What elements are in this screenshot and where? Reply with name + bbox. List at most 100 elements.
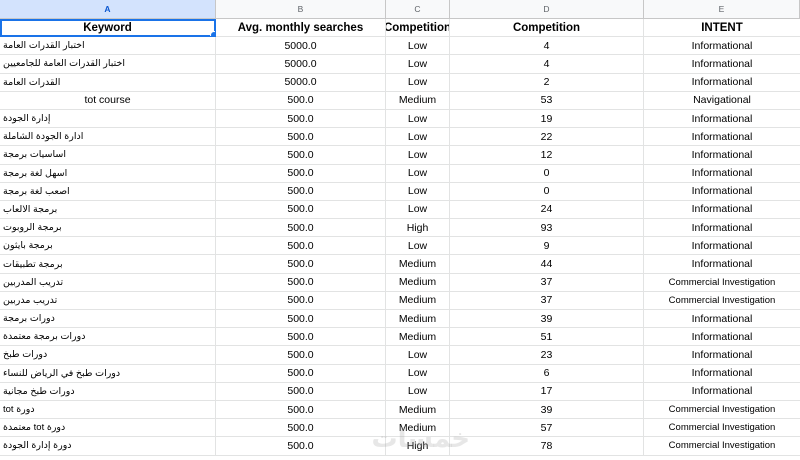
- competition-index-cell[interactable]: 17: [450, 382, 644, 401]
- searches-cell[interactable]: 500.0: [216, 219, 386, 238]
- keyword-cell[interactable]: اختبار القدرات العامة: [0, 37, 216, 56]
- keyword-cell[interactable]: دورة tot معتمدة: [0, 419, 216, 438]
- column-letter-b[interactable]: B: [216, 0, 386, 19]
- header-searches-cell[interactable]: Avg. monthly searches: [216, 19, 386, 38]
- keyword-cell[interactable]: برمجة الالعاب: [0, 200, 216, 220]
- intent-cell[interactable]: Informational: [644, 255, 800, 274]
- searches-cell[interactable]: 500.0: [216, 310, 386, 329]
- keyword-cell[interactable]: اصعب لغة برمجة: [0, 182, 216, 201]
- keyword-cell[interactable]: إدارة الجودة: [0, 109, 216, 129]
- searches-cell[interactable]: 500.0: [216, 400, 386, 420]
- competition-index-cell[interactable]: 4: [450, 37, 644, 56]
- searches-cell[interactable]: 500.0: [216, 273, 386, 292]
- keyword-cell[interactable]: اساسيات برمجة: [0, 146, 216, 165]
- competition-cell[interactable]: Low: [386, 182, 450, 201]
- searches-cell[interactable]: 5000.0: [216, 37, 386, 56]
- searches-cell[interactable]: 500.0: [216, 146, 386, 165]
- competition-index-cell[interactable]: 0: [450, 182, 644, 201]
- keyword-cell[interactable]: دورات برمجة: [0, 310, 216, 329]
- searches-cell[interactable]: 5000.0: [216, 73, 386, 92]
- competition-index-cell[interactable]: 0: [450, 164, 644, 183]
- searches-cell[interactable]: 500.0: [216, 91, 386, 110]
- searches-cell[interactable]: 500.0: [216, 346, 386, 365]
- competition-index-cell[interactable]: 9: [450, 237, 644, 256]
- competition-cell[interactable]: Low: [386, 346, 450, 365]
- intent-cell[interactable]: Informational: [644, 110, 800, 129]
- competition-index-cell[interactable]: 12: [450, 146, 644, 165]
- keyword-cell[interactable]: دورات برمجة معتمدة: [0, 328, 216, 347]
- competition-cell[interactable]: Medium: [386, 328, 450, 347]
- competition-cell[interactable]: Low: [386, 164, 450, 183]
- intent-cell[interactable]: Commercial Investigation: [644, 292, 800, 310]
- competition-index-cell[interactable]: 24: [450, 200, 644, 220]
- competition-cell[interactable]: Medium: [386, 400, 450, 420]
- competition-cell[interactable]: Low: [386, 55, 450, 74]
- selection-fill-handle[interactable]: [210, 31, 215, 37]
- competition-index-cell[interactable]: 19: [450, 109, 644, 129]
- keyword-cell[interactable]: دورة tot: [0, 400, 216, 420]
- intent-cell[interactable]: Informational: [644, 74, 800, 92]
- competition-index-cell[interactable]: 23: [450, 346, 644, 365]
- competition-cell[interactable]: Low: [386, 109, 450, 129]
- competition-cell[interactable]: Medium: [386, 273, 450, 292]
- header-competition-cell[interactable]: Competition: [386, 19, 450, 38]
- header-intent-cell[interactable]: INTENT: [644, 19, 800, 38]
- header-keyword-cell[interactable]: Keyword: [0, 19, 216, 38]
- column-letter-a[interactable]: A: [0, 0, 216, 19]
- intent-cell[interactable]: Informational: [644, 310, 800, 329]
- competition-index-cell[interactable]: 2: [450, 73, 644, 92]
- competition-cell[interactable]: Medium: [386, 310, 450, 329]
- searches-cell[interactable]: 500.0: [216, 109, 386, 129]
- keyword-cell[interactable]: تدريب مدربين: [0, 291, 216, 310]
- competition-index-cell[interactable]: 39: [450, 310, 644, 329]
- competition-index-cell[interactable]: 93: [450, 219, 644, 238]
- searches-cell[interactable]: 500.0: [216, 437, 386, 456]
- searches-cell[interactable]: 500.0: [216, 255, 386, 274]
- intent-cell[interactable]: Informational: [644, 219, 800, 238]
- intent-cell[interactable]: Informational: [644, 146, 800, 165]
- competition-index-cell[interactable]: 22: [450, 128, 644, 147]
- intent-cell[interactable]: Informational: [644, 365, 800, 383]
- keyword-cell[interactable]: اختبار القدرات العامة للجامعيين: [0, 55, 216, 74]
- searches-cell[interactable]: 500.0: [216, 200, 386, 220]
- competition-index-cell[interactable]: 37: [450, 291, 644, 310]
- keyword-cell[interactable]: tot course: [0, 91, 216, 110]
- keyword-cell[interactable]: دورات طبخ: [0, 346, 216, 365]
- competition-cell[interactable]: Low: [386, 128, 450, 147]
- competition-cell[interactable]: Medium: [386, 255, 450, 274]
- competition-cell[interactable]: Medium: [386, 91, 450, 110]
- keyword-cell[interactable]: اسهل لغة برمجة: [0, 164, 216, 183]
- column-letter-d[interactable]: D: [450, 0, 644, 19]
- searches-cell[interactable]: 500.0: [216, 419, 386, 438]
- searches-cell[interactable]: 500.0: [216, 364, 386, 383]
- intent-cell[interactable]: Commercial Investigation: [644, 401, 800, 420]
- intent-cell[interactable]: Navigational: [644, 92, 800, 110]
- competition-index-cell[interactable]: 39: [450, 400, 644, 420]
- competition-cell[interactable]: High: [386, 437, 450, 456]
- searches-cell[interactable]: 500.0: [216, 291, 386, 310]
- competition-cell[interactable]: Medium: [386, 291, 450, 310]
- searches-cell[interactable]: 5000.0: [216, 55, 386, 74]
- competition-index-cell[interactable]: 57: [450, 419, 644, 438]
- keyword-cell[interactable]: برمجة تطبيقات: [0, 255, 216, 274]
- competition-index-cell[interactable]: 6: [450, 364, 644, 383]
- intent-cell[interactable]: Informational: [644, 383, 800, 401]
- competition-cell[interactable]: Low: [386, 237, 450, 256]
- competition-index-cell[interactable]: 4: [450, 55, 644, 74]
- intent-cell[interactable]: Commercial Investigation: [644, 274, 800, 292]
- competition-cell[interactable]: Low: [386, 364, 450, 383]
- keyword-cell[interactable]: دورات طبخ في الرياض للنساء: [0, 364, 216, 383]
- searches-cell[interactable]: 500.0: [216, 128, 386, 147]
- competition-cell[interactable]: High: [386, 219, 450, 238]
- column-letter-c[interactable]: C: [386, 0, 450, 19]
- intent-cell[interactable]: Informational: [644, 346, 800, 365]
- keyword-cell[interactable]: تدريب المدربين: [0, 273, 216, 292]
- intent-cell[interactable]: Commercial Investigation: [644, 437, 800, 456]
- searches-cell[interactable]: 500.0: [216, 237, 386, 256]
- searches-cell[interactable]: 500.0: [216, 328, 386, 347]
- intent-cell[interactable]: Informational: [644, 37, 800, 56]
- competition-cell[interactable]: Medium: [386, 419, 450, 438]
- intent-cell[interactable]: Informational: [644, 237, 800, 256]
- intent-cell[interactable]: Commercial Investigation: [644, 419, 800, 438]
- intent-cell[interactable]: Informational: [644, 201, 800, 220]
